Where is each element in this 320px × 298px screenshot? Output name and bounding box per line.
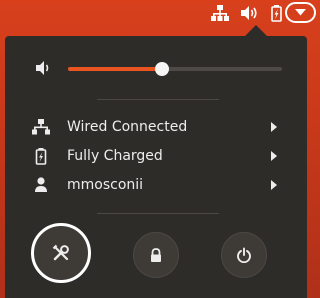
settings-icon: [52, 244, 69, 261]
battery-charging-icon[interactable]: [267, 4, 287, 22]
menu-item-user[interactable]: mmosconii: [5, 171, 307, 200]
user-icon: [35, 177, 47, 192]
battery-full-charged-icon: [35, 148, 47, 165]
separator: [97, 99, 219, 100]
menu-item-label: Wired Connected: [67, 119, 188, 135]
chevron-down-icon: [295, 9, 306, 16]
lock-icon: [151, 248, 161, 262]
network-wired-icon[interactable]: [210, 4, 230, 22]
power-button[interactable]: [221, 232, 267, 278]
menu-item-label: mmosconii: [67, 177, 144, 193]
system-menu: Wired Connected Fully Charged mmosconii: [5, 36, 307, 298]
lock-button[interactable]: [133, 232, 179, 278]
menu-item-network[interactable]: Wired Connected: [5, 113, 307, 142]
volume-slider[interactable]: [68, 62, 282, 76]
volume-icon[interactable]: [239, 4, 259, 22]
menu-item-label: Fully Charged: [67, 148, 163, 164]
volume-slider-handle[interactable]: [155, 62, 170, 76]
system-menu-toggle[interactable]: [285, 2, 316, 23]
volume-medium-icon: [36, 61, 49, 75]
chevron-right-icon: [271, 151, 277, 161]
settings-button[interactable]: [31, 223, 91, 283]
chevron-right-icon: [271, 180, 277, 190]
separator: [97, 213, 219, 214]
volume-slider-fill: [68, 67, 163, 71]
network-wired-icon: [32, 119, 50, 135]
menu-item-battery[interactable]: Fully Charged: [5, 142, 307, 171]
power-icon: [237, 247, 251, 263]
top-bar: [0, 0, 318, 27]
chevron-right-icon: [271, 122, 277, 132]
